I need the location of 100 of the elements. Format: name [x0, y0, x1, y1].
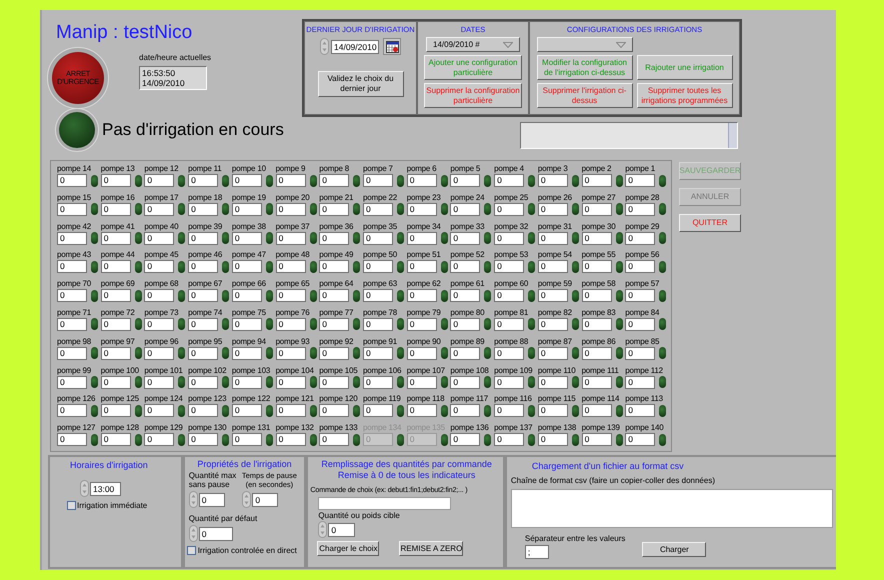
pump-value-field[interactable]: 0 — [144, 260, 174, 274]
pump-value-field[interactable]: 0 — [363, 202, 393, 216]
pump-value-field[interactable]: 0 — [363, 289, 393, 302]
pump-value-field[interactable]: 0 — [57, 260, 87, 274]
pump-value-field[interactable]: 0 — [144, 433, 174, 446]
pump-value-field[interactable]: 0 — [450, 404, 480, 418]
pump-value-field[interactable]: 0 — [494, 346, 524, 360]
pump-value-field[interactable]: 0 — [319, 232, 350, 245]
reset-button[interactable]: REMISE A ZERO — [399, 541, 464, 556]
pump-value-field[interactable]: 0 — [232, 346, 262, 360]
pump-value-field[interactable]: 0 — [494, 232, 524, 245]
pump-value-field[interactable]: 0 — [582, 318, 612, 331]
pump-value-field[interactable]: 0 — [57, 404, 87, 418]
pump-value-field[interactable]: 0 — [188, 174, 218, 187]
csv-text-field[interactable] — [510, 489, 833, 528]
pump-value-field[interactable]: 0 — [100, 260, 131, 274]
pump-value-field[interactable]: 0 — [276, 232, 306, 245]
pump-value-field[interactable]: 0 — [538, 232, 568, 245]
pump-value-field[interactable]: 0 — [406, 404, 437, 418]
pump-value-field[interactable]: 0 — [188, 433, 218, 446]
pump-value-field[interactable]: 0 — [406, 232, 437, 245]
pump-value-field[interactable]: 0 — [232, 232, 262, 245]
pump-value-field[interactable]: 0 — [188, 289, 218, 302]
pump-value-field[interactable]: 0 — [232, 202, 262, 216]
pump-value-field[interactable]: 0 — [494, 376, 524, 389]
pump-value-field[interactable]: 0 — [188, 202, 218, 216]
pump-value-field[interactable]: 0 — [582, 433, 612, 446]
pump-value-field[interactable]: 0 — [625, 376, 656, 389]
pump-value-field[interactable]: 0 — [100, 174, 131, 187]
pump-value-field[interactable]: 0 — [538, 404, 568, 418]
pump-value-field[interactable]: 0 — [582, 346, 612, 360]
load-choice-button[interactable]: Charger le choix — [317, 541, 380, 556]
pump-value-field[interactable]: 0 — [232, 376, 262, 389]
pump-value-field[interactable]: 0 — [100, 232, 131, 245]
pump-value-field[interactable]: 0 — [188, 260, 218, 274]
pump-value-field[interactable]: 0 — [276, 260, 306, 274]
checkbox[interactable] — [67, 501, 76, 510]
pump-value-field[interactable]: 0 — [319, 202, 350, 216]
pump-value-field[interactable]: 0 — [319, 346, 350, 360]
pump-value-field[interactable]: 0 — [582, 404, 612, 418]
pump-value-field[interactable]: 0 — [363, 318, 393, 331]
configuration-dropdown[interactable] — [537, 37, 633, 52]
pump-value-field[interactable]: 0 — [232, 174, 262, 187]
pump-value-field[interactable]: 0 — [100, 346, 131, 360]
spinner-control[interactable] — [80, 480, 89, 497]
pump-value-field[interactable]: 0 — [188, 232, 218, 245]
pump-value-field[interactable]: 0 — [625, 346, 656, 360]
pump-value-field[interactable]: 0 — [188, 318, 218, 331]
pump-value-field[interactable]: 0 — [144, 232, 174, 245]
pump-value-field[interactable]: 0 — [232, 289, 262, 302]
pump-value-field[interactable]: 0 — [450, 346, 480, 360]
pump-value-field[interactable]: 0 — [625, 318, 656, 331]
pump-value-field[interactable]: 0 — [100, 202, 131, 216]
pump-value-field[interactable]: 0 — [625, 433, 656, 446]
number-field[interactable]: 13:00 — [90, 482, 121, 496]
pump-value-field[interactable]: 0 — [538, 260, 568, 274]
command-field[interactable] — [318, 497, 452, 510]
spinner-control[interactable] — [188, 525, 198, 542]
pump-value-field[interactable]: 0 — [276, 202, 306, 216]
date-dropdown[interactable]: 14/09/2010 # — [426, 37, 520, 52]
pump-value-field[interactable]: 0 — [538, 433, 568, 446]
pump-value-field[interactable]: 0 — [494, 202, 524, 216]
pump-value-field[interactable]: 0 — [582, 232, 612, 245]
pump-value-field[interactable]: 0 — [450, 289, 480, 302]
pump-value-field[interactable]: 0 — [625, 404, 656, 418]
pump-value-field[interactable]: 0 — [319, 318, 350, 331]
pump-value-field[interactable]: 0 — [276, 433, 306, 446]
pump-value-field[interactable]: 0 — [57, 346, 87, 360]
pump-value-field[interactable]: 0 — [144, 202, 174, 216]
pump-value-field[interactable]: 0 — [57, 174, 87, 187]
pump-value-field[interactable]: 0 — [450, 174, 480, 187]
pump-value-field[interactable]: 0 — [625, 232, 656, 245]
pump-value-field[interactable]: 0 — [406, 174, 437, 187]
pump-value-field[interactable]: 0 — [319, 260, 350, 274]
spinner-control[interactable] — [320, 38, 329, 55]
pump-value-field[interactable]: 0 — [494, 289, 524, 302]
pump-value-field[interactable]: 0 — [57, 289, 87, 302]
pump-value-field[interactable]: 0 — [188, 346, 218, 360]
pump-value-field[interactable]: 0 — [363, 232, 393, 245]
pump-value-field[interactable]: 0 — [276, 404, 306, 418]
pump-value-field[interactable]: 0 — [538, 289, 568, 302]
validate-button[interactable]: Validez le choix du dernier jour — [318, 71, 404, 97]
pump-value-field[interactable]: 0 — [232, 260, 262, 274]
pump-value-field[interactable]: 0 — [406, 318, 437, 331]
pump-value-field[interactable]: 0 — [144, 404, 174, 418]
number-field[interactable]: 14/09/2010 — [331, 40, 379, 54]
pump-value-field[interactable]: 0 — [625, 289, 656, 302]
pump-value-field[interactable]: 0 — [494, 433, 524, 446]
pump-value-field[interactable]: 0 — [363, 404, 393, 418]
pump-value-field[interactable]: 0 — [406, 289, 437, 302]
pump-value-field[interactable]: 0 — [319, 289, 350, 302]
pump-value-field[interactable]: 0 — [144, 346, 174, 360]
pump-value-field[interactable]: 0 — [100, 289, 131, 302]
pump-value-field[interactable]: 0 — [276, 289, 306, 302]
pump-value-field[interactable]: 0 — [57, 318, 87, 331]
calendar-button[interactable] — [383, 38, 401, 55]
pump-value-field[interactable]: 0 — [538, 174, 568, 187]
pump-value-field[interactable]: 0 — [232, 433, 262, 446]
pump-value-field[interactable]: 0 — [450, 318, 480, 331]
pump-value-field[interactable]: 0 — [319, 404, 350, 418]
